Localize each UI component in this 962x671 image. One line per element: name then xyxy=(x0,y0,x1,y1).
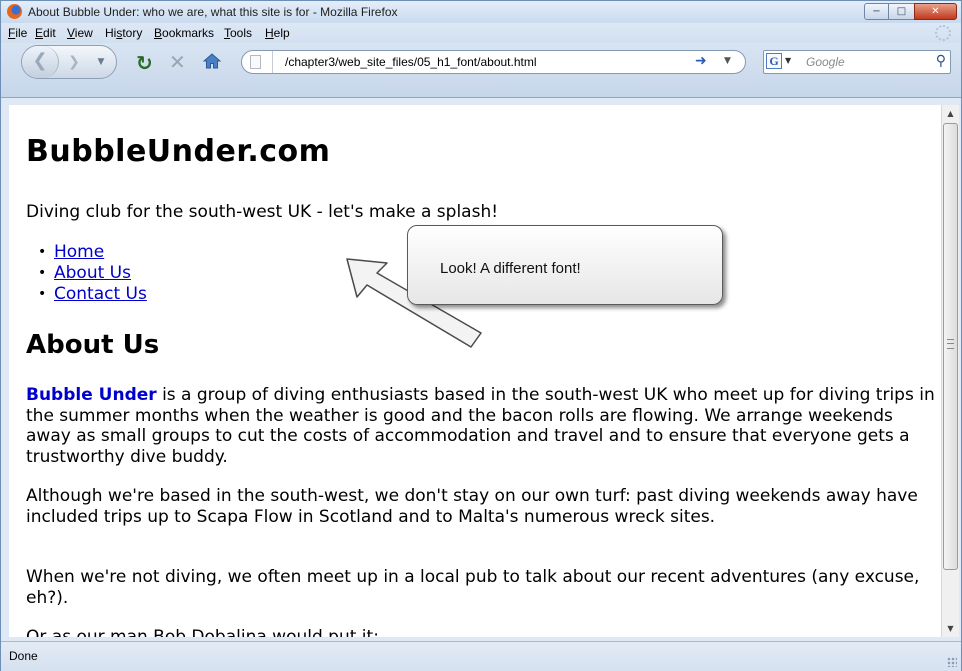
menu-tools[interactable]: Tools xyxy=(224,26,252,40)
nav-link-home[interactable]: Home xyxy=(54,242,104,262)
menu-bar: File Edit View History Bookmarks Tools H… xyxy=(1,23,961,43)
forward-icon: ❯ xyxy=(68,54,80,70)
menu-edit[interactable]: Edit xyxy=(35,26,56,40)
browser-window: About Bubble Under: who we are, what thi… xyxy=(0,0,962,671)
callout-bubble: Look! A different font! xyxy=(407,225,723,305)
nav-link-contact[interactable]: Contact Us xyxy=(54,284,147,304)
stop-icon: ✕ xyxy=(169,50,186,74)
nav-item: Contact Us xyxy=(38,284,147,305)
home-icon xyxy=(202,53,222,69)
title-bar[interactable]: About Bubble Under: who we are, what thi… xyxy=(1,1,961,23)
address-bar[interactable]: /chapter3/web_site_files/05_h1_font/abou… xyxy=(241,50,746,74)
forward-button[interactable]: ❯ xyxy=(62,51,86,73)
menu-history[interactable]: History xyxy=(105,26,142,40)
nav-item: About Us xyxy=(38,263,147,284)
brand-link[interactable]: Bubble Under xyxy=(26,385,157,405)
google-engine-icon[interactable]: G xyxy=(766,53,782,69)
menu-help[interactable]: Help xyxy=(265,26,290,40)
site-navigation: Home About Us Contact Us xyxy=(38,242,147,305)
menu-bookmarks[interactable]: Bookmarks xyxy=(154,26,214,40)
scroll-thumb[interactable] xyxy=(943,123,958,570)
scroll-down-button[interactable]: ▼ xyxy=(942,620,959,637)
status-bar: Done xyxy=(1,641,961,671)
callout-text: Look! A different font! xyxy=(440,260,581,277)
scroll-grip-icon xyxy=(947,339,954,349)
site-identity-button[interactable] xyxy=(242,51,273,73)
paragraph-intro-text: is a group of diving enthusiasts based i… xyxy=(26,385,935,467)
go-arrow-icon: ➜ xyxy=(695,53,707,69)
engine-dropdown-icon[interactable]: ▼ xyxy=(785,56,791,65)
nav-link-about[interactable]: About Us xyxy=(54,263,131,283)
chevron-down-icon: ▼ xyxy=(97,57,105,67)
back-forward-group: ❮ ❯ ▼ xyxy=(21,45,117,79)
window-controls: − □ ✕ xyxy=(864,3,957,20)
address-input[interactable]: /chapter3/web_site_files/05_h1_font/abou… xyxy=(285,55,537,69)
chevron-down-icon: ▼ xyxy=(724,56,731,66)
back-button[interactable]: ❮ xyxy=(22,46,59,78)
window-title: About Bubble Under: who we are, what thi… xyxy=(28,5,398,19)
throbber-icon xyxy=(935,25,951,41)
navigation-toolbar: ❮ ❯ ▼ ↻ ✕ /chapter3/web_site_files/05_h1… xyxy=(1,43,961,98)
tagline: Diving club for the south-west UK - let'… xyxy=(26,202,499,222)
page-icon xyxy=(250,55,261,69)
search-bar[interactable]: G ▼ Google ⚲ xyxy=(763,50,951,74)
reload-icon: ↻ xyxy=(136,51,153,75)
search-icon: ⚲ xyxy=(935,53,946,69)
url-dropdown-button[interactable]: ▼ xyxy=(724,56,731,66)
nav-item: Home xyxy=(38,242,147,263)
resize-grip-icon[interactable] xyxy=(947,657,957,667)
section-heading: About Us xyxy=(26,330,160,360)
scroll-up-button[interactable]: ▲ xyxy=(942,105,959,122)
stop-button[interactable]: ✕ xyxy=(169,50,186,74)
status-text: Done xyxy=(9,649,38,663)
firefox-logo-icon xyxy=(7,4,22,19)
paragraph-trips: Although we're based in the south-west, … xyxy=(26,486,918,527)
page-content: BubbleUnder.com Diving club for the sout… xyxy=(9,105,941,637)
menu-file[interactable]: File xyxy=(8,26,27,40)
paragraph-intro: Bubble Under is a group of diving enthus… xyxy=(26,385,938,467)
search-input[interactable]: Google xyxy=(806,55,845,69)
site-title: BubbleUnder.com xyxy=(26,134,331,169)
vertical-scrollbar[interactable]: ▲ ▼ xyxy=(941,105,959,637)
paragraph-quote-intro: Or as our man Bob Dobalina would put it: xyxy=(26,627,379,637)
minimize-button[interactable]: − xyxy=(864,3,889,20)
go-button[interactable]: ➜ xyxy=(695,53,707,69)
menu-view[interactable]: View xyxy=(67,26,93,40)
close-button[interactable]: ✕ xyxy=(914,3,957,20)
maximize-button[interactable]: □ xyxy=(889,3,914,20)
search-button[interactable]: ⚲ xyxy=(936,53,946,69)
back-icon: ❮ xyxy=(32,50,48,71)
paragraph-pub: When we're not diving, we often meet up … xyxy=(26,567,920,608)
home-button[interactable] xyxy=(202,53,222,69)
history-dropdown-button[interactable]: ▼ xyxy=(92,51,110,73)
reload-button[interactable]: ↻ xyxy=(136,51,153,75)
